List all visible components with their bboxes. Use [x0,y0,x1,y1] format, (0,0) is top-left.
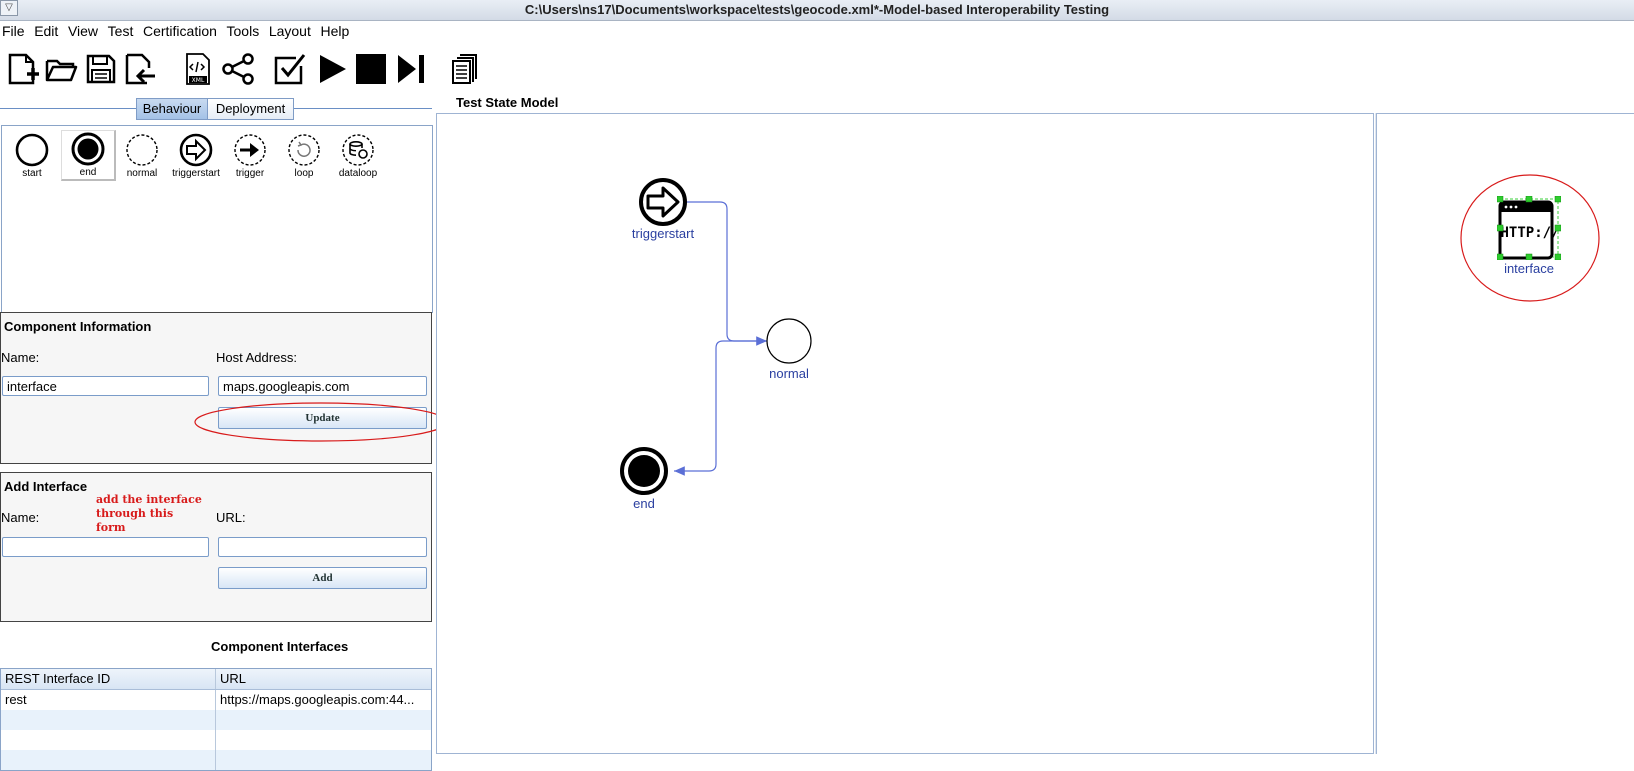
form-annotation: add the interface through this form [96,493,202,534]
dataloop-icon [342,134,374,166]
menu-view[interactable]: View [66,21,100,39]
edge-normal-end [674,340,767,476]
edge-triggerstart-normal [687,201,767,346]
svg-text:XML: XML [192,77,205,84]
menu-edit[interactable]: Edit [32,21,60,39]
palette-triggerstart[interactable]: triggerstart [170,132,222,179]
xml-icon[interactable]: XML [180,50,216,88]
http-interface-node[interactable]: HTTP:// [1496,195,1562,261]
node-label-triggerstart: triggerstart [631,226,695,241]
component-name-field[interactable] [2,376,209,396]
table-row-empty [1,730,431,750]
menu-help[interactable]: Help [319,21,352,39]
palette-start[interactable]: start [6,132,58,179]
palette-label: trigger [235,168,265,179]
column-header-url[interactable]: URL [216,669,431,689]
palette-end[interactable]: end [61,130,116,181]
component-info-panel: Component Information Name: Host Address… [0,312,448,464]
host-address-label: Host Address: [216,350,297,365]
deployment-panel[interactable]: HTTP:// interface [1376,113,1634,754]
add-interface-title: Add Interface [4,479,88,494]
cell-interface-id: rest [1,690,216,710]
interface-name-field[interactable] [2,537,209,557]
copy-pages-icon[interactable] [448,50,484,88]
palette-label: normal [126,168,158,179]
http-icon: HTTP:// [1496,195,1562,261]
deployment-node-label: interface [1504,261,1554,276]
table-header: REST Interface ID URL [1,669,431,690]
import-icon[interactable] [122,50,158,88]
trigger-arrow-icon [234,134,266,166]
open-folder-icon[interactable] [43,50,79,88]
node-end[interactable] [620,447,668,495]
add-interface-panel: Add Interface add the interface through … [0,472,432,622]
node-triggerstart[interactable] [639,178,687,226]
menu-bar: File Edit View Test Certification Tools … [0,21,353,43]
tab-deployment[interactable]: Deployment [207,98,294,120]
palette-trigger[interactable]: trigger [224,132,276,179]
stop-icon[interactable] [353,50,389,88]
palette-normal[interactable]: normal [116,132,168,179]
palette-label: triggerstart [172,168,220,179]
step-forward-icon[interactable] [393,50,429,88]
component-info-title: Component Information [4,319,152,334]
triggerstart-icon [179,133,213,167]
column-header-id[interactable]: REST Interface ID [1,669,216,689]
start-circle-icon [15,133,49,167]
palette-label: dataloop [338,168,378,179]
cell-interface-url: https://maps.googleapis.com:44... [220,692,415,707]
menu-tools[interactable]: Tools [225,21,262,39]
node-label-end: end [633,496,655,511]
menu-certification[interactable]: Certification [141,21,219,39]
loop-icon [288,134,320,166]
canvas-title: Test State Model [456,95,559,110]
state-model-graph [620,178,812,495]
menu-layout[interactable]: Layout [267,21,313,39]
end-circle-icon [71,132,105,166]
svg-text:HTTP://: HTTP:// [1500,225,1559,241]
normal-circle-icon [126,134,158,166]
palette-label: start [22,168,42,179]
menu-test[interactable]: Test [106,21,136,39]
url-label: URL: [216,510,246,525]
table-row-empty [1,750,431,770]
node-palette: start end normal triggerstart trigger lo… [1,125,433,313]
title-bar: ▽ C:\Users\ns17\Documents\workspace\test… [0,0,1634,21]
table-row-empty [1,710,431,730]
test-state-model-canvas[interactable]: triggerstart normal end [436,113,1374,754]
palette-label: end [79,167,97,178]
update-highlight-ellipse [194,402,448,442]
palette-dataloop[interactable]: dataloop [332,132,384,179]
node-label-normal: normal [769,366,809,381]
component-interfaces-table: REST Interface ID URL rest https://maps.… [0,668,432,771]
menu-file[interactable]: File [0,21,27,39]
play-icon[interactable] [314,50,350,88]
add-button[interactable]: Add [218,567,427,589]
name-label: Name: [1,350,40,365]
save-icon[interactable] [83,50,119,88]
window-title: C:\Users\ns17\Documents\workspace\tests\… [524,2,1110,17]
interface-name-label: Name: [1,510,40,525]
new-file-icon[interactable] [5,50,41,88]
palette-loop[interactable]: loop [278,132,330,179]
host-address-field[interactable] [218,376,427,396]
interface-url-field[interactable] [218,537,427,557]
table-row[interactable]: rest https://maps.googleapis.com:44... [1,690,431,710]
tab-behaviour[interactable]: Behaviour [136,98,208,120]
palette-label: loop [294,168,314,179]
node-normal[interactable] [766,318,812,364]
check-icon[interactable] [272,50,308,88]
share-graph-icon[interactable] [220,50,256,88]
component-interfaces-title: Component Interfaces [211,639,349,654]
